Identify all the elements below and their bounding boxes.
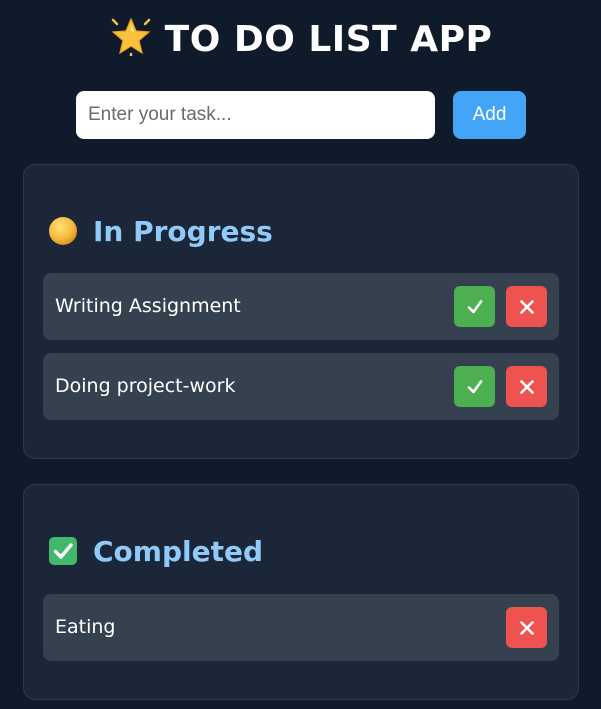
task-label: Writing Assignment [55, 295, 241, 317]
delete-task-button[interactable] [506, 286, 547, 327]
section-heading-completed: Completed [47, 531, 263, 571]
close-icon [519, 620, 534, 635]
task-row: Eating [43, 594, 559, 661]
page-title: TO DO LIST APP [0, 16, 601, 64]
star-icon [111, 17, 151, 56]
completed-section: Completed Eating [23, 484, 579, 700]
checkmark-icon [467, 379, 482, 393]
close-icon [519, 379, 534, 394]
section-heading-label: Completed [93, 534, 264, 568]
task-input[interactable] [76, 91, 435, 139]
todo-app: TO DO LIST APP Add In Progress Writing A… [0, 0, 601, 709]
complete-task-button[interactable] [454, 286, 495, 327]
task-row: Writing Assignment [43, 273, 559, 340]
task-label: Eating [55, 616, 116, 638]
task-row: Doing project-work [43, 353, 559, 420]
check-box-icon [49, 537, 77, 565]
in-progress-section: In Progress Writing Assignment Doing pro… [23, 164, 579, 459]
delete-task-button[interactable] [506, 607, 547, 648]
yellow-circle-icon [49, 217, 77, 245]
complete-task-button[interactable] [454, 366, 495, 407]
delete-task-button[interactable] [506, 366, 547, 407]
section-heading-in-progress: In Progress [47, 211, 273, 251]
close-icon [519, 299, 534, 314]
section-heading-label: In Progress [93, 214, 273, 248]
checkmark-icon [467, 299, 482, 313]
add-button[interactable]: Add [453, 91, 526, 139]
task-label: Doing project-work [55, 375, 236, 397]
page-title-text: TO DO LIST APP [164, 19, 493, 60]
